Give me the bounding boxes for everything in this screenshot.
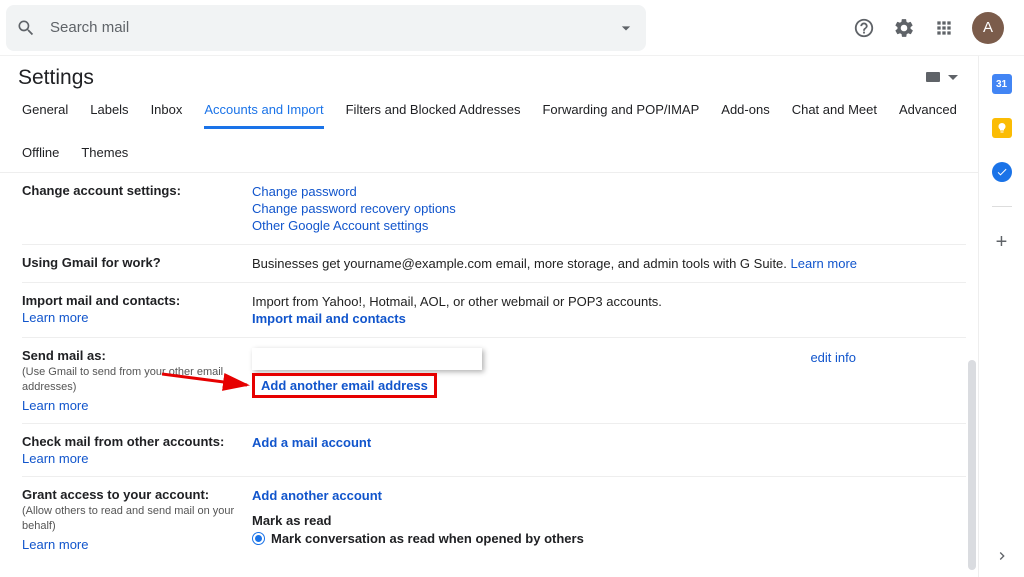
label-mark-as-read: Mark as read <box>252 512 966 529</box>
section-gmail-work: Using Gmail for work? Businesses get you… <box>22 245 966 283</box>
apps-icon[interactable] <box>932 16 956 40</box>
section-grant-access: Grant access to your account: (Allow oth… <box>22 477 966 562</box>
tab-offline[interactable]: Offline <box>22 145 59 172</box>
tab-general[interactable]: General <box>22 102 68 129</box>
link-import-mail-contacts[interactable]: Import mail and contacts <box>252 310 966 327</box>
settings-content: Change account settings: Change password… <box>0 173 978 570</box>
page-title: Settings <box>18 66 94 90</box>
label-gmail-work: Using Gmail for work? <box>22 255 244 270</box>
search-box[interactable]: Search mail <box>6 5 646 51</box>
radio-mark-read-label: Mark conversation as read when opened by… <box>271 531 584 546</box>
highlight-annotation: Add another email address <box>252 373 437 398</box>
sidepanel-expand-icon[interactable] <box>994 548 1010 567</box>
tab-advanced[interactable]: Advanced <box>899 102 957 129</box>
tab-labels[interactable]: Labels <box>90 102 128 129</box>
link-sendas-learn-more[interactable]: Learn more <box>22 398 244 413</box>
sub-grant-access: (Allow others to read and send mail on y… <box>22 504 244 535</box>
app-header: Search mail A <box>0 0 1024 56</box>
link-other-google-settings[interactable]: Other Google Account settings <box>252 217 966 234</box>
tab-accounts-import[interactable]: Accounts and Import <box>204 102 323 129</box>
label-check-mail: Check mail from other accounts: <box>22 434 244 449</box>
label-import-mail: Import mail and contacts: <box>22 293 244 308</box>
link-import-learn-more[interactable]: Learn more <box>22 310 244 325</box>
calendar-icon[interactable]: 31 <box>992 74 1012 94</box>
input-tools-indicator[interactable] <box>926 72 958 84</box>
link-gsuite-learn-more[interactable]: Learn more <box>791 256 857 271</box>
tab-themes[interactable]: Themes <box>81 145 128 172</box>
link-edit-info[interactable]: edit info <box>810 350 856 365</box>
text-import-desc: Import from Yahoo!, Hotmail, AOL, or oth… <box>252 293 966 310</box>
label-change-account: Change account settings: <box>22 183 244 198</box>
label-send-mail-as: Send mail as: <box>22 348 244 363</box>
tab-chat-meet[interactable]: Chat and Meet <box>792 102 877 129</box>
tab-inbox[interactable]: Inbox <box>151 102 183 129</box>
sidepanel-divider <box>992 206 1012 207</box>
link-checkmail-learn-more[interactable]: Learn more <box>22 451 244 466</box>
tasks-icon[interactable] <box>992 162 1012 182</box>
radio-mark-read[interactable] <box>252 532 265 545</box>
text-gsuite: Businesses get yourname@example.com emai… <box>252 256 787 271</box>
tab-filters[interactable]: Filters and Blocked Addresses <box>346 102 521 129</box>
link-grant-learn-more[interactable]: Learn more <box>22 537 244 552</box>
search-placeholder: Search mail <box>50 19 616 36</box>
current-sendas-entry <box>252 348 482 370</box>
search-options-icon[interactable] <box>616 18 636 38</box>
link-add-mail-account[interactable]: Add a mail account <box>252 434 966 451</box>
section-import-mail: Import mail and contacts: Learn more Imp… <box>22 283 966 338</box>
link-recovery-options[interactable]: Change password recovery options <box>252 200 966 217</box>
side-panel: 31 + <box>978 56 1024 577</box>
link-add-another-account[interactable]: Add another account <box>252 487 966 504</box>
title-bar: Settings <box>0 56 978 90</box>
arrow-annotation <box>162 368 262 392</box>
link-change-password[interactable]: Change password <box>252 183 966 200</box>
keep-icon[interactable] <box>992 118 1012 138</box>
label-grant-access: Grant access to your account: <box>22 487 244 502</box>
addons-plus-icon[interactable]: + <box>996 231 1008 254</box>
section-send-mail-as: Send mail as: (Use Gmail to send from yo… <box>22 338 966 424</box>
scrollbar[interactable] <box>968 360 976 570</box>
tab-forwarding[interactable]: Forwarding and POP/IMAP <box>542 102 699 129</box>
settings-tabs: General Labels Inbox Accounts and Import… <box>0 90 978 173</box>
account-avatar[interactable]: A <box>972 12 1004 44</box>
tab-addons[interactable]: Add-ons <box>721 102 769 129</box>
search-icon <box>16 18 36 38</box>
settings-gear-icon[interactable] <box>892 16 916 40</box>
section-change-account: Change account settings: Change password… <box>22 173 966 245</box>
link-add-another-email[interactable]: Add another email address <box>261 378 428 393</box>
section-check-mail: Check mail from other accounts: Learn mo… <box>22 424 966 477</box>
header-icons: A <box>852 12 1004 44</box>
help-icon[interactable] <box>852 16 876 40</box>
